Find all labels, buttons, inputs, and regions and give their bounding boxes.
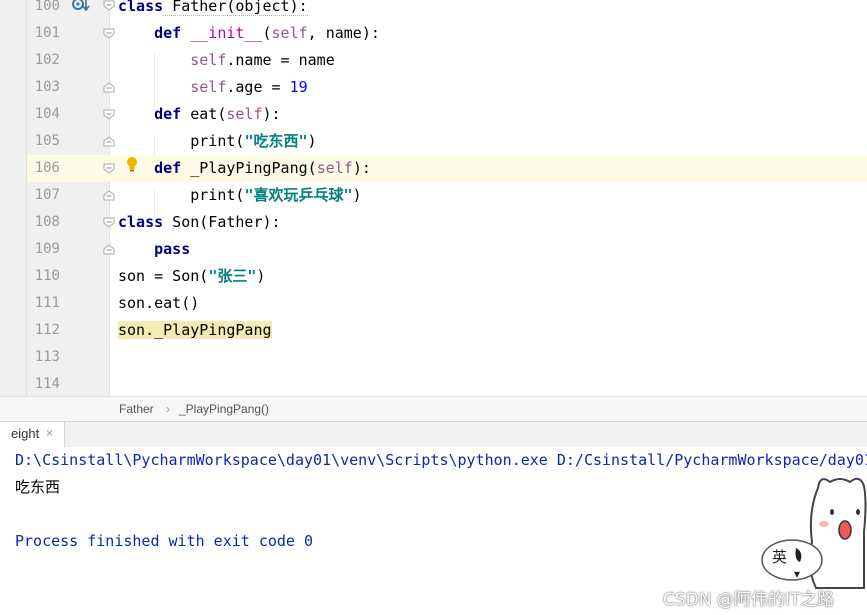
code-text: .name = name <box>226 51 335 69</box>
code-line[interactable]: 100 class Father(object): <box>0 0 867 20</box>
code-line[interactable]: 101 def __init__(self, name): <box>0 20 867 47</box>
input-method-sticker-icon[interactable]: 英 ▾ <box>760 472 867 590</box>
code-line[interactable]: 109 pass <box>0 236 867 263</box>
code-text: ): <box>262 105 281 123</box>
keyword: def <box>154 105 182 123</box>
self-ref: self <box>190 78 227 96</box>
line-number: 100 <box>34 0 60 14</box>
fold-marker-icon[interactable] <box>103 0 115 11</box>
code-text: ( <box>262 24 272 42</box>
code-line[interactable]: 111 son.eat() <box>0 290 867 317</box>
line-number: 102 <box>34 52 60 68</box>
keyword: pass <box>154 240 191 258</box>
intention-bulb-icon[interactable] <box>126 156 138 172</box>
code-text: son = Son( <box>118 267 209 285</box>
code-text: Son(Father): <box>163 213 281 231</box>
code-text: ) <box>256 267 266 285</box>
code-text: , name): <box>307 24 380 42</box>
console-exit-line: Process finished with exit code 0 <box>15 532 314 550</box>
line-number: 111 <box>34 295 60 311</box>
number-literal: 19 <box>289 78 308 96</box>
code-text: _PlayPingPang( <box>181 159 317 177</box>
keyword: def <box>154 159 182 177</box>
code-text: Father(object): <box>163 0 308 16</box>
self-ref: self <box>190 51 227 69</box>
line-number: 112 <box>34 322 60 338</box>
self-param: self <box>271 24 308 42</box>
console-output-line: 吃东西 <box>15 478 61 496</box>
string-literal: "喜欢玩乒乓球" <box>244 186 353 204</box>
code-line[interactable]: 107 print("喜欢玩乒乓球") <box>0 182 867 209</box>
line-number: 104 <box>34 106 60 122</box>
code-line[interactable]: 102 self.name = name <box>0 47 867 74</box>
code-text: ) <box>307 132 317 150</box>
csdn-watermark: CSDN @阿伟的IT之路 <box>663 590 835 610</box>
breadcrumb: Father › _PlayPingPang() <box>0 396 867 422</box>
keyword: def <box>154 24 182 42</box>
code-editor[interactable]: 100 class Father(object): 101 def __init… <box>0 0 867 396</box>
run-tab[interactable]: eight × <box>0 422 65 447</box>
code-text: son.eat() <box>118 294 200 312</box>
self-param: self <box>316 159 353 177</box>
line-number: 109 <box>34 241 60 257</box>
fold-marker-icon[interactable] <box>103 217 115 228</box>
code-text: ): <box>352 159 371 177</box>
line-number: 113 <box>34 349 60 365</box>
code-line[interactable]: 103 self.age = 19 <box>0 74 867 101</box>
fold-marker-icon[interactable] <box>103 82 115 93</box>
line-number: 101 <box>34 25 60 41</box>
run-tab-label: eight <box>11 426 40 441</box>
breadcrumb-item-method[interactable]: _PlayPingPang() <box>179 402 269 416</box>
line-number: 107 <box>34 187 60 203</box>
fold-marker-icon[interactable] <box>103 28 115 39</box>
left-tool-strip <box>0 0 27 421</box>
code-line[interactable]: 114 <box>0 371 867 396</box>
bookmark-run-icon[interactable] <box>72 0 92 14</box>
separator-chevron-icon: › <box>166 402 170 416</box>
code-text: print( <box>190 132 245 150</box>
function-name: __init__ <box>190 24 263 42</box>
keyword: class <box>118 0 164 15</box>
fold-marker-icon[interactable] <box>103 136 115 147</box>
line-number: 106 <box>34 160 60 176</box>
code-line[interactable]: 108 class Son(Father): <box>0 209 867 236</box>
code-text: print( <box>190 186 245 204</box>
line-number: 108 <box>34 214 60 230</box>
keyword: class <box>118 213 164 231</box>
tab-close-icon[interactable]: × <box>46 426 53 440</box>
self-param: self <box>226 105 263 123</box>
string-literal: "吃东西" <box>244 132 308 150</box>
code-line[interactable]: 113 <box>0 344 867 371</box>
sticker-text: 英 <box>772 548 787 566</box>
fold-marker-icon[interactable] <box>103 109 115 120</box>
code-text: ) <box>352 186 362 204</box>
run-tab-bar: eight × <box>0 421 867 448</box>
fold-marker-icon[interactable] <box>103 244 115 255</box>
line-number: 114 <box>34 376 60 392</box>
line-number: 103 <box>34 79 60 95</box>
breadcrumb-item-class[interactable]: Father <box>119 402 154 416</box>
code-text: eat( <box>181 105 227 123</box>
highlighted-statement: son._PlayPingPang <box>118 321 272 339</box>
string-literal: "张三" <box>208 267 257 285</box>
svg-text:▾: ▾ <box>794 567 800 581</box>
code-line[interactable]: 112 son._PlayPingPang <box>0 317 867 344</box>
code-line[interactable]: 110 son = Son("张三") <box>0 263 867 290</box>
line-number: 105 <box>34 133 60 149</box>
code-text: .age = <box>226 78 290 96</box>
console-command-line: D:\Csinstall\PycharmWorkspace\day01\venv… <box>15 451 867 469</box>
fold-marker-icon[interactable] <box>103 190 115 201</box>
line-number: 110 <box>34 268 60 284</box>
fold-marker-icon[interactable] <box>103 163 115 174</box>
code-line[interactable]: 104 def eat(self): <box>0 101 867 128</box>
code-line[interactable]: 105 print("吃东西") <box>0 128 867 155</box>
